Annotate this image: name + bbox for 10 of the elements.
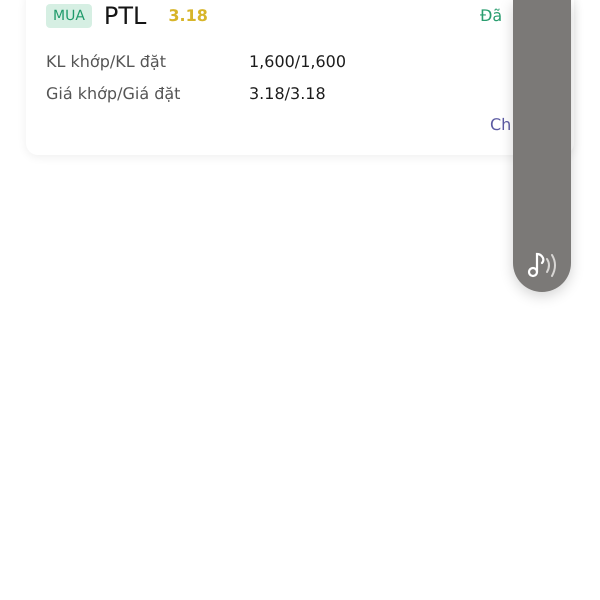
detail-value: 1,600/1,600 xyxy=(249,52,346,72)
detail-link[interactable]: Ch xyxy=(490,115,512,135)
floating-side-panel[interactable] xyxy=(513,0,571,292)
stock-price: 3.18 xyxy=(168,6,208,26)
detail-label: Giá khớp/Giá đặt xyxy=(46,84,182,104)
detail-value: 3.18/3.18 xyxy=(249,84,326,104)
detail-label: KL khớp/KL đặt xyxy=(46,52,167,72)
buy-badge: MUA xyxy=(46,4,92,28)
order-status: Đã xyxy=(480,6,502,26)
stock-symbol: PTL xyxy=(104,2,146,30)
